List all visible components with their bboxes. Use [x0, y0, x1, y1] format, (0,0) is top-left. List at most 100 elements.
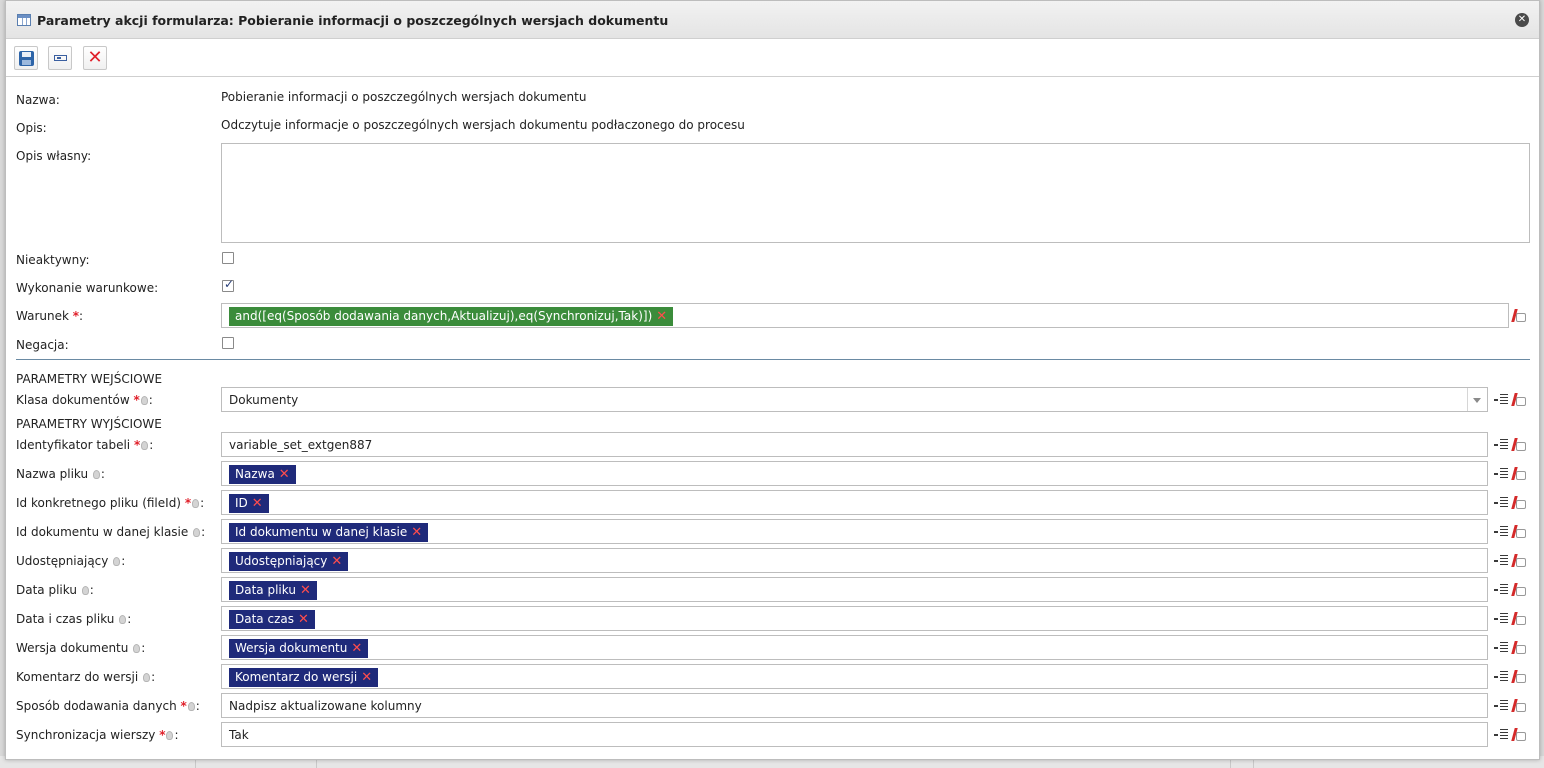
cancel-button[interactable]: ✕ [83, 46, 107, 70]
variable-list-icon[interactable] [1494, 584, 1508, 596]
variable-list-icon[interactable] [1494, 700, 1508, 712]
function-editor-icon[interactable] [1512, 524, 1528, 540]
function-editor-icon[interactable] [1512, 727, 1528, 743]
function-editor-icon[interactable] [1512, 495, 1528, 511]
remove-tag-icon[interactable]: ✕ [351, 641, 362, 656]
output-row-10-field[interactable]: Tak [221, 722, 1488, 747]
warunek-label: Warunek *: [16, 309, 84, 323]
output-row-2-label: Id konkretnego pliku (fileId) *: [16, 496, 205, 510]
remove-tag-icon[interactable]: ✕ [361, 670, 372, 685]
required-marker: * [72, 309, 80, 323]
label-button[interactable] [48, 46, 72, 70]
opis-value: Odczytuje informacje o poszczególnych we… [221, 118, 745, 132]
variable-list-icon[interactable] [1494, 642, 1508, 654]
variable-tag-text: Wersja dokumentu [235, 641, 348, 655]
field-value: variable_set_extgen887 [229, 438, 373, 452]
output-row-6-field[interactable]: Data czas ✕ [221, 606, 1488, 631]
function-editor-icon[interactable] [1512, 640, 1528, 656]
param-label-text: Sposób dodawania danych [16, 699, 177, 713]
chevron-down-icon[interactable] [1467, 388, 1487, 411]
param-label-text: Data i czas pliku [16, 612, 115, 626]
klasa-dokumentow-combobox[interactable]: Dokumenty [221, 387, 1488, 412]
dialog-titlebar[interactable]: Parametry akcji formularza: Pobieranie i… [6, 1, 1539, 39]
form-action-parameters-dialog: Parametry akcji formularza: Pobieranie i… [5, 0, 1540, 760]
hint-bulb-icon[interactable] [119, 615, 127, 624]
hint-bulb-icon[interactable] [143, 673, 151, 682]
function-editor-icon[interactable] [1512, 611, 1528, 627]
output-row-7-field[interactable]: Wersja dokumentu ✕ [221, 635, 1488, 660]
function-editor-icon[interactable] [1512, 582, 1528, 598]
variable-list-icon[interactable] [1494, 555, 1508, 567]
output-row-9-field[interactable]: Nadpisz aktualizowane kolumny [221, 693, 1488, 718]
function-editor-icon[interactable] [1512, 553, 1528, 569]
output-row-0-actions [1494, 437, 1534, 453]
remove-tag-icon[interactable]: ✕ [300, 583, 311, 598]
remove-tag-icon[interactable]: ✕ [656, 309, 667, 324]
opis-wlasny-textarea[interactable] [221, 143, 1530, 243]
output-row-2-field[interactable]: ID ✕ [221, 490, 1488, 515]
negacja-label: Negacja: [16, 338, 69, 352]
variable-list-icon[interactable] [1494, 729, 1508, 741]
param-label-text: Wersja dokumentu [16, 641, 129, 655]
hint-bulb-icon[interactable] [113, 557, 121, 566]
input-section-heading: PARAMETRY WEJŚCIOWE [16, 372, 163, 386]
variable-tag-text: Udostępniający [235, 554, 328, 568]
hint-bulb-icon[interactable] [81, 586, 89, 595]
close-icon[interactable]: ✕ [1515, 13, 1529, 27]
param-label-text: Nazwa pliku [16, 467, 89, 481]
output-row-4-field[interactable]: Udostępniający ✕ [221, 548, 1488, 573]
remove-tag-icon[interactable]: ✕ [411, 525, 422, 540]
hint-bulb-icon[interactable] [193, 528, 201, 537]
function-editor-icon[interactable] [1512, 392, 1528, 408]
required-marker: * [133, 438, 141, 452]
remove-tag-icon[interactable]: ✕ [298, 612, 309, 627]
output-row-0-field[interactable]: variable_set_extgen887 [221, 432, 1488, 457]
function-editor-icon[interactable] [1512, 698, 1528, 714]
variable-list-icon[interactable] [1494, 439, 1508, 451]
output-row-8-label: Komentarz do wersji : [16, 670, 156, 684]
output-row-1-field[interactable]: Nazwa ✕ [221, 461, 1488, 486]
variable-tag: Data pliku ✕ [229, 581, 317, 600]
function-editor-icon[interactable] [1512, 308, 1528, 324]
variable-list-icon[interactable] [1494, 613, 1508, 625]
output-row-5-field[interactable]: Data pliku ✕ [221, 577, 1488, 602]
remove-tag-icon[interactable]: ✕ [252, 496, 263, 511]
dialog-title: Parametry akcji formularza: Pobieranie i… [37, 13, 669, 28]
function-editor-icon[interactable] [1512, 466, 1528, 482]
output-row-9-actions [1494, 698, 1534, 714]
hint-bulb-icon[interactable] [166, 731, 174, 740]
hint-bulb-icon[interactable] [187, 702, 195, 711]
required-marker: * [180, 699, 187, 713]
table-icon [17, 14, 31, 26]
variable-list-icon[interactable] [1494, 526, 1508, 538]
remove-tag-icon[interactable]: ✕ [279, 467, 290, 482]
variable-list-icon[interactable] [1494, 468, 1508, 480]
wykonanie-warunkowe-checkbox[interactable] [222, 277, 234, 292]
save-button[interactable] [14, 46, 38, 70]
hint-bulb-icon[interactable] [141, 441, 149, 450]
required-marker: * [184, 496, 192, 510]
variable-tag-text: Komentarz do wersji [235, 670, 358, 684]
variable-list-icon[interactable] [1494, 497, 1508, 509]
hint-bulb-icon[interactable] [140, 396, 148, 405]
nieaktywny-checkbox[interactable] [222, 252, 234, 264]
function-editor-icon[interactable] [1512, 669, 1528, 685]
output-row-3-label: Id dokumentu w danej klasie : [16, 525, 206, 539]
output-row-1-label: Nazwa pliku : [16, 467, 105, 481]
klasa-dokumentow-value: Dokumenty [229, 393, 299, 407]
warunek-field[interactable]: and([eq(Sposób dodawania danych,Aktualiz… [221, 303, 1509, 328]
variable-list-icon[interactable] [1494, 394, 1508, 406]
nazwa-label: Nazwa: [16, 93, 60, 107]
function-editor-icon[interactable] [1512, 437, 1528, 453]
output-row-8-field[interactable]: Komentarz do wersji ✕ [221, 664, 1488, 689]
variable-tag-text: Data pliku [235, 583, 296, 597]
hint-bulb-icon[interactable] [192, 499, 200, 508]
remove-tag-icon[interactable]: ✕ [331, 554, 342, 569]
variable-tag-text: Data czas [235, 612, 294, 626]
variable-list-icon[interactable] [1494, 671, 1508, 683]
output-row-1-actions [1494, 466, 1534, 482]
negacja-checkbox[interactable] [222, 337, 234, 349]
hint-bulb-icon[interactable] [133, 644, 141, 653]
output-row-3-field[interactable]: Id dokumentu w danej klasie ✕ [221, 519, 1488, 544]
hint-bulb-icon[interactable] [92, 470, 100, 479]
